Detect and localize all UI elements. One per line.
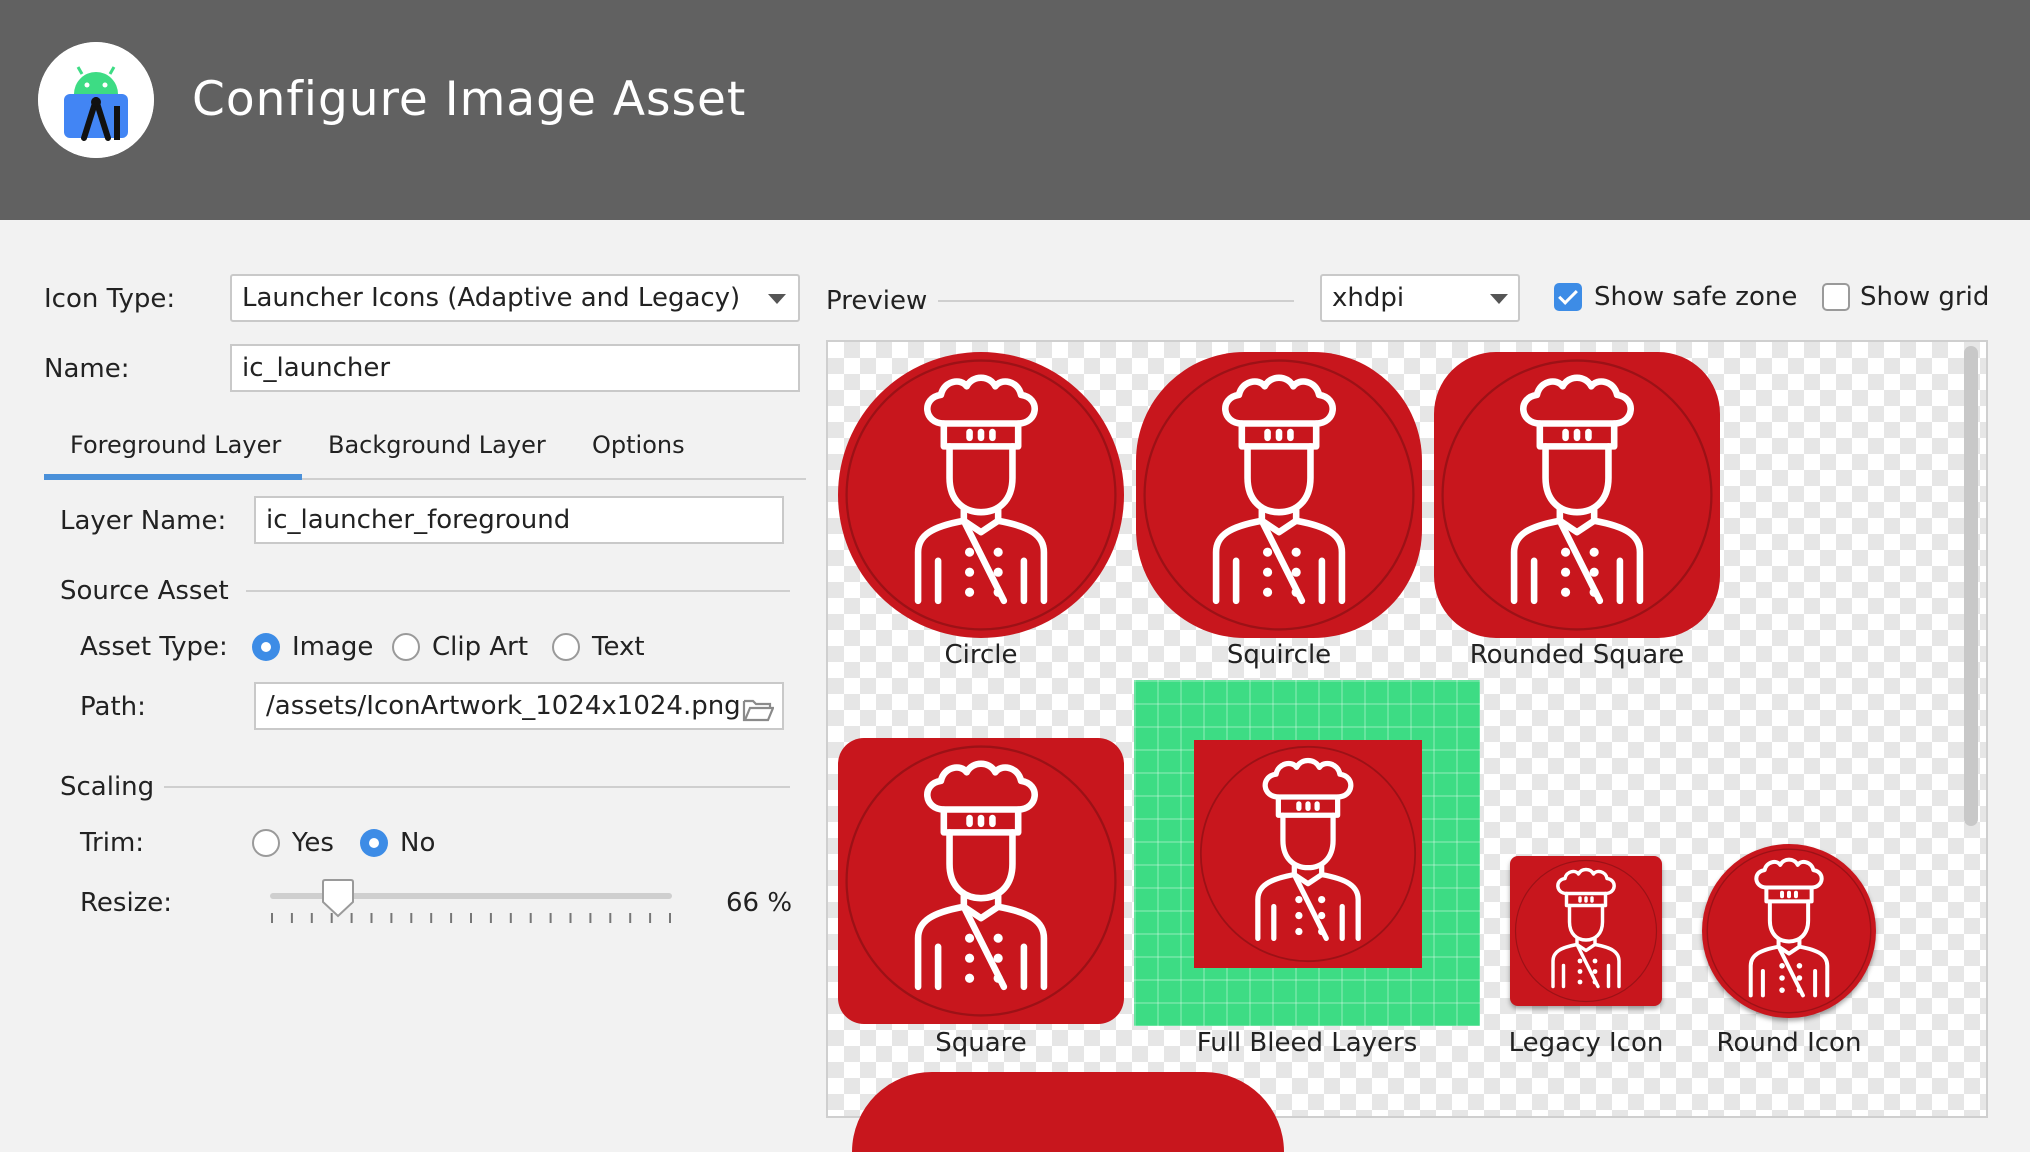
preview-scrollbar[interactable]: [1964, 346, 1978, 826]
preview-separator: [938, 300, 1294, 302]
source-asset-heading: Source Asset: [60, 576, 229, 606]
asset-type-label: Asset Type:: [80, 632, 228, 662]
name-label: Name:: [44, 354, 130, 384]
name-input[interactable]: ic_launcher: [230, 344, 800, 392]
chef-icon: [1143, 359, 1415, 631]
round-icon-preview: [1702, 844, 1876, 1018]
dialog-header: Configure Image Asset: [0, 0, 2030, 220]
asset-type-text-radio[interactable]: [552, 633, 580, 661]
resize-value: 66 %: [726, 888, 793, 918]
full-bleed-foreground-layer: [1194, 740, 1422, 968]
layer-name-value: ic_launcher_foreground: [266, 505, 571, 535]
preview-heading: Preview: [826, 286, 928, 316]
show-grid-checkbox[interactable]: [1822, 283, 1850, 311]
next-icon-preview-partial: [852, 1072, 1284, 1152]
resize-slider-thumb[interactable]: [321, 878, 355, 918]
rounded-square-icon-preview: [1434, 352, 1720, 638]
scaling-heading: Scaling: [60, 772, 155, 802]
legacy-icon-preview: [1510, 856, 1662, 1006]
square-caption: Square: [935, 1028, 1027, 1058]
path-input[interactable]: /assets/IconArtwork_1024x1024.png: [254, 682, 784, 730]
folder-open-icon[interactable]: [742, 693, 775, 722]
layer-name-input[interactable]: ic_launcher_foreground: [254, 496, 784, 544]
chevron-down-icon: [1490, 294, 1508, 304]
tab-background-layer[interactable]: Background Layer: [328, 428, 546, 462]
asset-type-text-label[interactable]: Text: [592, 630, 645, 664]
android-studio-logo-icon: [38, 42, 154, 158]
tab-selected-indicator: [44, 474, 302, 480]
squircle-icon-preview: [1136, 352, 1422, 638]
source-asset-separator: [246, 590, 790, 592]
asset-type-image-radio[interactable]: [252, 633, 280, 661]
legacy-icon-caption: Legacy Icon: [1508, 1028, 1664, 1058]
icon-type-value: Launcher Icons (Adaptive and Legacy): [242, 283, 741, 313]
show-safe-zone-checkbox[interactable]: [1554, 283, 1582, 311]
square-icon-preview: [838, 738, 1124, 1024]
name-input-value: ic_launcher: [242, 353, 391, 383]
chef-icon: [1706, 848, 1872, 1014]
trim-no-label[interactable]: No: [400, 826, 435, 860]
path-label: Path:: [80, 692, 146, 722]
asset-type-clipart-radio[interactable]: [392, 633, 420, 661]
show-safe-zone-label[interactable]: Show safe zone: [1594, 280, 1797, 314]
trim-yes-radio[interactable]: [252, 829, 280, 857]
trim-no-radio[interactable]: [360, 829, 388, 857]
show-grid-label[interactable]: Show grid: [1860, 280, 1989, 314]
chef-icon: [845, 359, 1117, 631]
squircle-caption: Squircle: [1226, 640, 1332, 670]
chef-icon: [845, 745, 1117, 1017]
icon-type-label: Icon Type:: [44, 284, 176, 314]
round-icon-caption: Round Icon: [1716, 1028, 1862, 1058]
tab-foreground-layer[interactable]: Foreground Layer: [70, 428, 281, 462]
trim-yes-label[interactable]: Yes: [292, 826, 334, 860]
icon-type-dropdown[interactable]: Launcher Icons (Adaptive and Legacy): [230, 274, 800, 322]
tab-options[interactable]: Options: [592, 428, 685, 462]
resize-label: Resize:: [80, 888, 173, 918]
density-dropdown[interactable]: xhdpi: [1320, 274, 1520, 322]
density-value: xhdpi: [1332, 283, 1405, 313]
scaling-separator: [164, 786, 790, 788]
chef-icon: [1441, 359, 1713, 631]
layer-name-label: Layer Name:: [60, 506, 227, 536]
path-value: /assets/IconArtwork_1024x1024.png: [266, 691, 741, 721]
rounded-square-caption: Rounded Square: [1469, 640, 1685, 670]
trim-label: Trim:: [80, 828, 145, 858]
circle-caption: Circle: [944, 640, 1018, 670]
asset-type-image-label[interactable]: Image: [292, 630, 373, 664]
chevron-down-icon: [768, 294, 786, 304]
chef-icon: [1199, 745, 1417, 963]
asset-type-clipart-label[interactable]: Clip Art: [432, 630, 528, 664]
full-bleed-caption: Full Bleed Layers: [1196, 1028, 1418, 1058]
chef-icon: [1514, 859, 1658, 1003]
circle-icon-preview: [838, 352, 1124, 638]
dialog-title: Configure Image Asset: [192, 72, 747, 127]
